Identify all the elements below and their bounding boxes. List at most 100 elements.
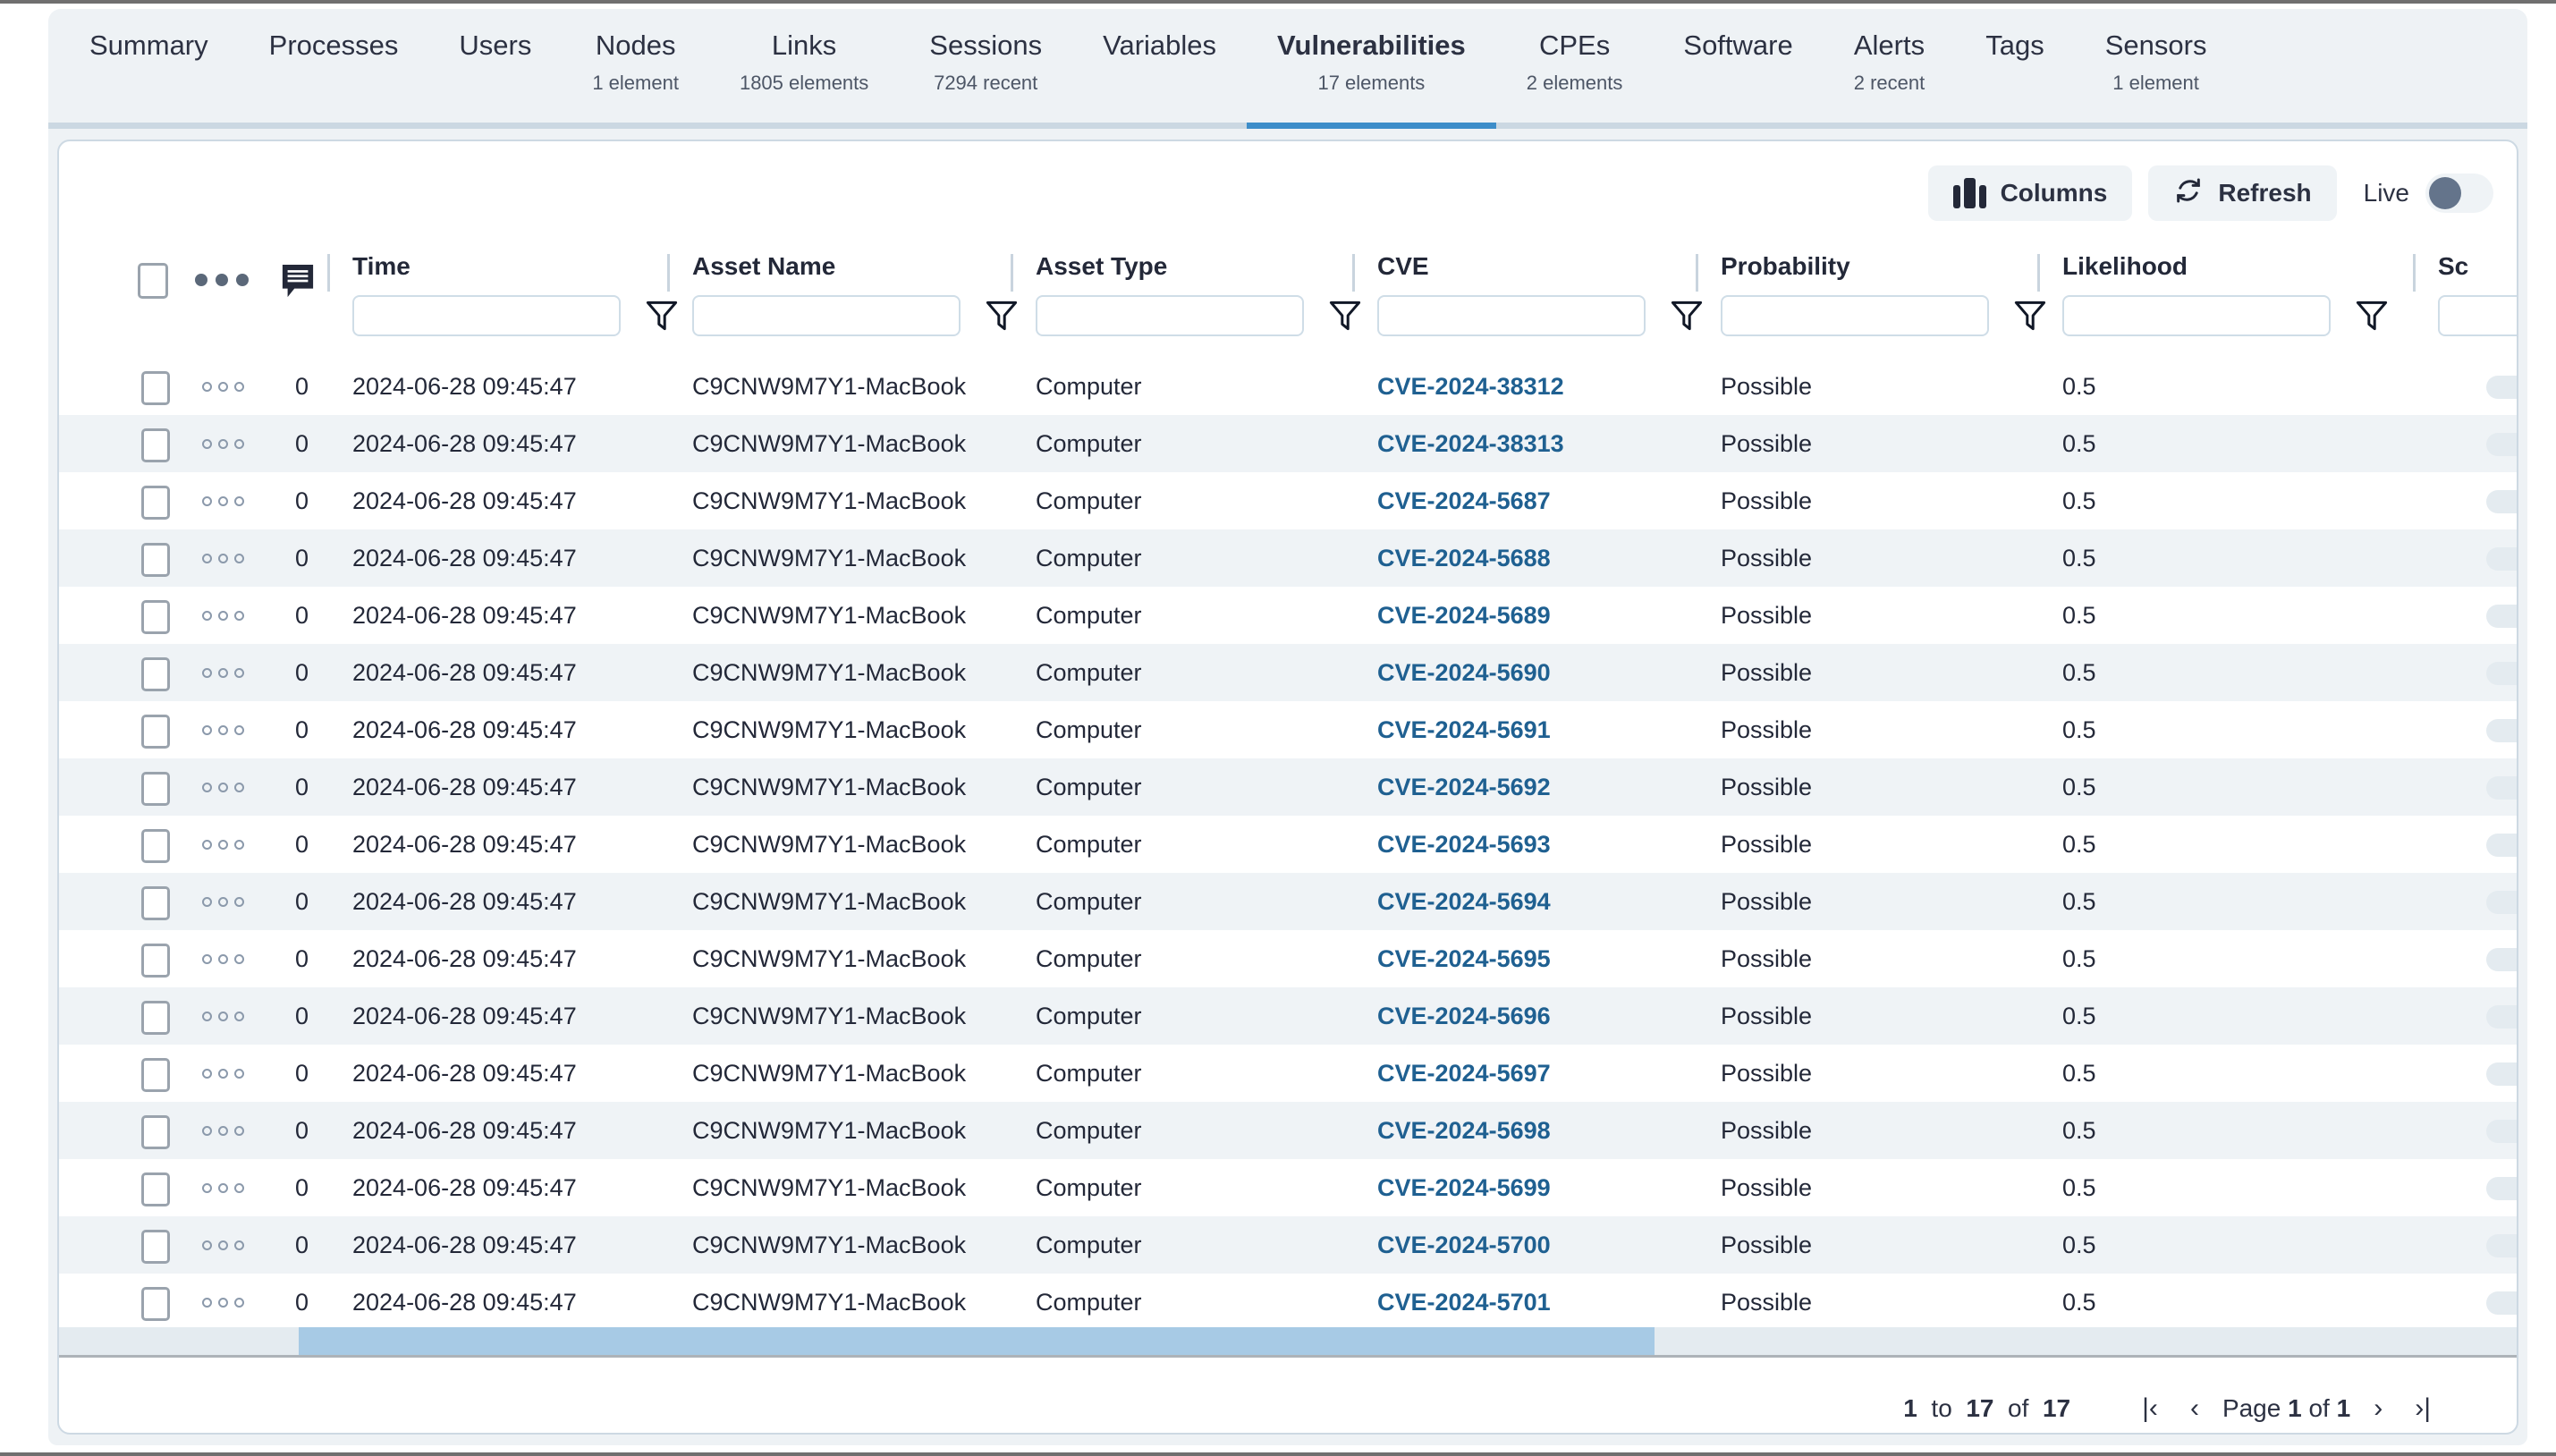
table-row[interactable]: 0 2024-06-28 09:45:47 C9CNW9M7Y1-MacBook Co… [59, 930, 2517, 987]
column-header-probability[interactable]: Probability [1721, 240, 2052, 358]
cell-cve[interactable]: CVE-2024-5695 [1377, 930, 1708, 987]
table-row[interactable]: 0 2024-06-28 09:45:47 C9CNW9M7Y1-MacBook Co… [59, 472, 2517, 529]
cve-link[interactable]: CVE-2024-5697 [1377, 1060, 1551, 1088]
row-actions-menu-icon[interactable] [202, 840, 244, 850]
row-select-checkbox[interactable] [141, 829, 170, 863]
tab-users[interactable]: Users [428, 9, 562, 129]
cell-cve[interactable]: CVE-2024-5699 [1377, 1159, 1708, 1216]
select-all-checkbox[interactable] [138, 263, 168, 299]
row-select-checkbox[interactable] [141, 944, 170, 978]
next-page-button[interactable]: › [2357, 1395, 2399, 1422]
column-filter-icon-cve[interactable] [1671, 299, 1703, 333]
cve-link[interactable]: CVE-2024-5698 [1377, 1117, 1551, 1145]
column-header-cve[interactable]: CVE [1377, 240, 1708, 358]
cell-cve[interactable]: CVE-2024-5690 [1377, 644, 1708, 701]
tab-nodes[interactable]: Nodes 1 element [562, 9, 709, 129]
row-select-checkbox[interactable] [141, 543, 170, 577]
tab-tags[interactable]: Tags [1955, 9, 2074, 129]
table-row[interactable]: 0 2024-06-28 09:45:47 C9CNW9M7Y1-MacBook Co… [59, 1102, 2517, 1159]
row-select-checkbox[interactable] [141, 715, 170, 749]
column-filter-icon-probability[interactable] [2014, 299, 2046, 333]
row-actions-menu-icon[interactable] [202, 611, 244, 621]
tab-processes[interactable]: Processes [239, 9, 429, 129]
column-header-likelihood[interactable]: Likelihood [2062, 240, 2393, 358]
column-header-score[interactable]: Sc [2438, 240, 2517, 358]
row-actions-menu-icon[interactable] [202, 382, 244, 392]
table-row[interactable]: 0 2024-06-28 09:45:47 C9CNW9M7Y1-MacBook Co… [59, 529, 2517, 587]
horizontal-scrollbar-track[interactable] [59, 1327, 2517, 1358]
row-actions-menu-icon[interactable] [202, 1069, 244, 1079]
row-select-checkbox[interactable] [141, 657, 170, 691]
cell-cve[interactable]: CVE-2024-5698 [1377, 1102, 1708, 1159]
cve-link[interactable]: CVE-2024-5700 [1377, 1232, 1551, 1259]
row-actions-menu-icon[interactable] [202, 1183, 244, 1193]
cell-cve[interactable]: CVE-2024-5691 [1377, 701, 1708, 758]
cell-cve[interactable]: CVE-2024-5687 [1377, 472, 1708, 529]
cell-cve[interactable]: CVE-2024-5693 [1377, 816, 1708, 873]
column-filter-input-cve[interactable] [1377, 295, 1646, 336]
row-actions-menu-icon[interactable] [202, 439, 244, 449]
cve-link[interactable]: CVE-2024-5693 [1377, 831, 1551, 859]
row-select-checkbox[interactable] [141, 1115, 170, 1149]
row-select-checkbox[interactable] [141, 1287, 170, 1321]
tab-summary[interactable]: Summary [59, 9, 239, 129]
table-row[interactable]: 0 2024-06-28 09:45:47 C9CNW9M7Y1-MacBook Co… [59, 1159, 2517, 1216]
table-row[interactable]: 0 2024-06-28 09:45:47 C9CNW9M7Y1-MacBook Co… [59, 873, 2517, 930]
cve-link[interactable]: CVE-2024-5696 [1377, 1003, 1551, 1030]
column-header-time[interactable]: Time [352, 240, 683, 358]
row-select-checkbox[interactable] [141, 371, 170, 405]
row-select-checkbox[interactable] [141, 1230, 170, 1264]
row-select-checkbox[interactable] [141, 1001, 170, 1035]
last-page-button[interactable]: ›| [2399, 1395, 2447, 1422]
cve-link[interactable]: CVE-2024-5694 [1377, 888, 1551, 916]
column-filter-input-score[interactable] [2438, 295, 2517, 336]
table-row[interactable]: 0 2024-06-28 09:45:47 C9CNW9M7Y1-MacBook Co… [59, 758, 2517, 816]
row-actions-menu-icon[interactable] [202, 954, 244, 964]
tab-software[interactable]: Software [1653, 9, 1823, 129]
column-filter-input-probability[interactable] [1721, 295, 1989, 336]
cve-link[interactable]: CVE-2024-5687 [1377, 487, 1551, 515]
table-row[interactable]: 0 2024-06-28 09:45:47 C9CNW9M7Y1-MacBook Co… [59, 1045, 2517, 1102]
row-actions-menu-icon[interactable] [202, 783, 244, 792]
refresh-button[interactable]: Refresh [2148, 165, 2337, 221]
cve-link[interactable]: CVE-2024-38312 [1377, 373, 1564, 401]
cell-cve[interactable]: CVE-2024-5694 [1377, 873, 1708, 930]
row-actions-menu-icon[interactable] [202, 554, 244, 563]
cve-link[interactable]: CVE-2024-5692 [1377, 774, 1551, 801]
column-filter-icon-asset_type[interactable] [1329, 299, 1361, 333]
tab-alerts[interactable]: Alerts 2 recent [1824, 9, 1956, 129]
table-row[interactable]: 0 2024-06-28 09:45:47 C9CNW9M7Y1-MacBook Co… [59, 644, 2517, 701]
row-select-checkbox[interactable] [141, 1172, 170, 1206]
tab-sessions[interactable]: Sessions 7294 recent [899, 9, 1072, 129]
cell-cve[interactable]: CVE-2024-5700 [1377, 1216, 1708, 1274]
cell-cve[interactable]: CVE-2024-5688 [1377, 529, 1708, 587]
column-filter-icon-asset_name[interactable] [986, 299, 1018, 333]
table-row[interactable]: 0 2024-06-28 09:45:47 C9CNW9M7Y1-MacBook Co… [59, 358, 2517, 415]
tab-vulnerabilities[interactable]: Vulnerabilities 17 elements [1247, 9, 1496, 129]
cve-link[interactable]: CVE-2024-5701 [1377, 1289, 1551, 1316]
cell-cve[interactable]: CVE-2024-5697 [1377, 1045, 1708, 1102]
table-row[interactable]: 0 2024-06-28 09:45:47 C9CNW9M7Y1-MacBook Co… [59, 1216, 2517, 1274]
row-actions-menu-icon[interactable] [202, 668, 244, 678]
cell-cve[interactable]: CVE-2024-5701 [1377, 1274, 1708, 1331]
tab-cpes[interactable]: CPEs 2 elements [1496, 9, 1654, 129]
column-filter-input-likelihood[interactable] [2062, 295, 2331, 336]
column-filter-input-time[interactable] [352, 295, 621, 336]
live-toggle[interactable] [2425, 174, 2493, 213]
column-filter-icon-likelihood[interactable] [2356, 299, 2388, 333]
cve-link[interactable]: CVE-2024-5691 [1377, 716, 1551, 744]
row-select-checkbox[interactable] [141, 428, 170, 462]
row-select-checkbox[interactable] [141, 600, 170, 634]
cell-cve[interactable]: CVE-2024-5689 [1377, 587, 1708, 644]
cve-link[interactable]: CVE-2024-5688 [1377, 545, 1551, 572]
cell-cve[interactable]: CVE-2024-38312 [1377, 358, 1708, 415]
table-row[interactable]: 0 2024-06-28 09:45:47 C9CNW9M7Y1-MacBook Co… [59, 1274, 2517, 1331]
column-filter-icon-time[interactable] [646, 299, 678, 333]
row-actions-menu-icon[interactable] [202, 1298, 244, 1308]
cve-link[interactable]: CVE-2024-5689 [1377, 602, 1551, 630]
bulk-actions-menu-icon[interactable] [195, 274, 249, 286]
columns-button[interactable]: Columns [1927, 165, 2133, 221]
row-select-checkbox[interactable] [141, 886, 170, 920]
row-actions-menu-icon[interactable] [202, 725, 244, 735]
cell-cve[interactable]: CVE-2024-38313 [1377, 415, 1708, 472]
